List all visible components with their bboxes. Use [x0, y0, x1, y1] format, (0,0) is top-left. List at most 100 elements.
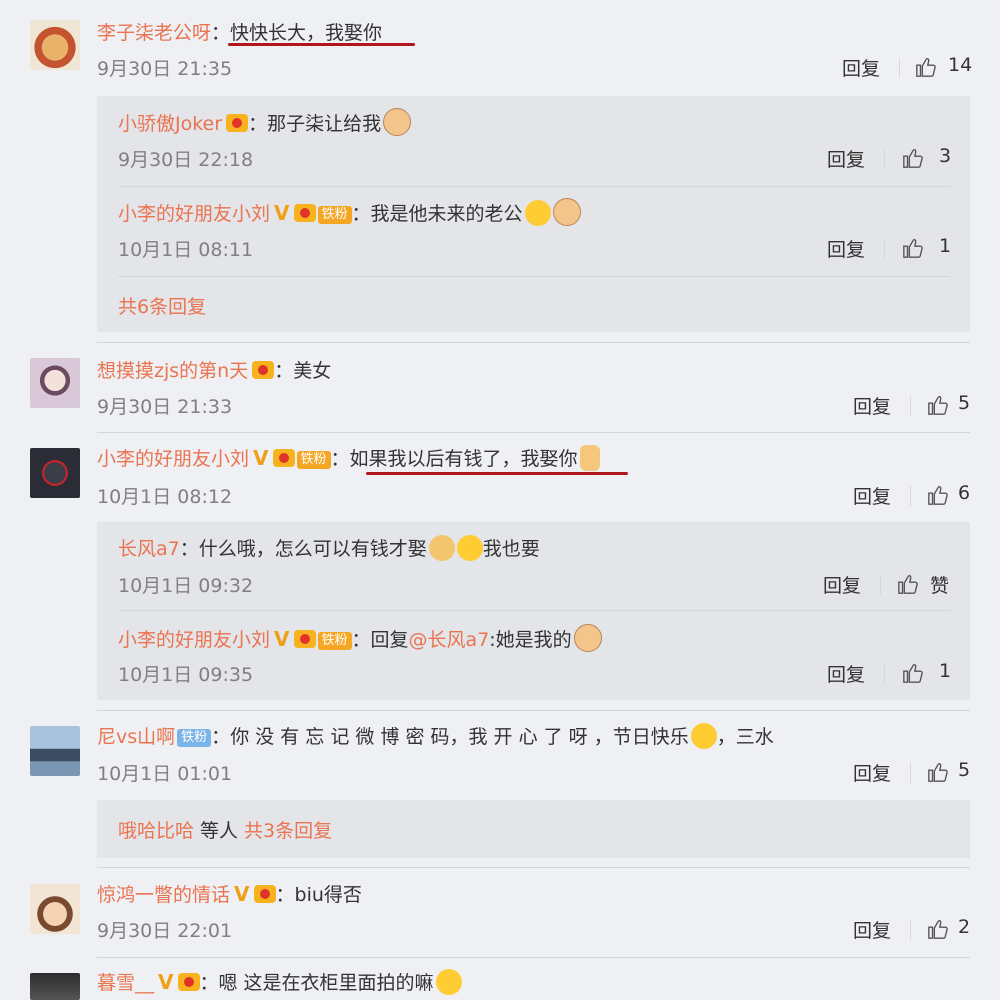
divider [97, 867, 970, 868]
thumbs-up-emoji-icon [579, 445, 600, 471]
comment-text: 快快长大，我娶你 [230, 22, 383, 44]
like-count: 5 [958, 392, 971, 414]
reply-button[interactable]: 回复 [827, 235, 865, 262]
divider [118, 186, 950, 187]
comment-text: biu得否 [294, 884, 362, 906]
reply-button[interactable]: 回复 [853, 482, 891, 509]
reply-prefix: 回复 [370, 629, 409, 651]
like-count: 赞 [930, 575, 950, 597]
reply-button[interactable]: 回复 [853, 392, 891, 419]
thumbs-up-icon[interactable] [902, 237, 924, 259]
like-count: 3 [939, 145, 952, 167]
thumbs-up-icon[interactable] [902, 147, 924, 169]
colon: ： [330, 448, 350, 470]
reply-text: :她是我的 [489, 629, 572, 651]
thumbs-up-icon[interactable] [897, 573, 919, 595]
timestamp: 10月1日 01:01 [97, 763, 233, 785]
crown-badge-icon [177, 973, 200, 991]
verified-v-icon: V [253, 446, 269, 470]
username[interactable]: 想摸摸zjs的第n天 [97, 360, 248, 382]
timestamp: 10月1日 08:12 [97, 486, 233, 508]
verified-v-icon: V [274, 627, 290, 651]
timestamp: 9月30日 22:18 [118, 149, 254, 171]
username[interactable]: 暮雪__ [97, 972, 154, 994]
laugh-cry-emoji-icon [524, 200, 551, 226]
like-count: 5 [958, 759, 971, 781]
fan-badge: 铁粉 [317, 206, 352, 224]
more-replies-link[interactable]: 共3条回复 [244, 820, 332, 842]
colon: ： [275, 884, 295, 906]
verified-v-icon: V [158, 970, 174, 994]
comment-text: 美女 [293, 360, 332, 382]
divider [118, 276, 950, 277]
thumbs-up-icon[interactable] [927, 484, 949, 506]
comment-line: 李子柒老公呀：快快长大，我娶你 [97, 18, 382, 45]
cover-face-emoji-icon [456, 535, 483, 561]
reply-text-after: 我也要 [482, 538, 540, 560]
thumbs-up-icon[interactable] [927, 761, 949, 783]
fan-badge: 铁粉 [317, 632, 352, 650]
username[interactable]: 小李的好朋友小刘 [118, 629, 270, 651]
username[interactable]: 尼vs山啊 [97, 726, 175, 748]
colon: ： [199, 972, 219, 994]
colon: ： [274, 360, 294, 382]
reply-line: 小李的好朋友小刘 V 铁粉 ：回复@长风a7:她是我的 [118, 624, 602, 652]
fan-badge: 铁粉 [177, 729, 212, 747]
doge-emoji-icon [428, 535, 455, 561]
comment-line: 小李的好朋友小刘 V 铁粉 ：如果我以后有钱了，我娶你 [97, 444, 600, 471]
more-replies-line[interactable]: 哦哈比哈 等人 共3条回复 [118, 816, 332, 843]
divider [97, 957, 970, 958]
divider [97, 710, 970, 711]
verified-v-icon: V [234, 882, 250, 906]
username[interactable]: 李子柒老公呀 [97, 22, 211, 44]
verified-v-icon: V [274, 201, 290, 225]
thumbs-up-icon[interactable] [927, 918, 949, 940]
highlight-underline [228, 43, 415, 46]
comment-line: 惊鸿一瞥的情话 V ：biu得否 [97, 880, 362, 907]
divider [97, 432, 970, 433]
crown-badge-icon [293, 630, 316, 648]
timestamp: 10月1日 09:35 [118, 664, 254, 686]
like-count: 1 [939, 235, 952, 257]
username[interactable]: 哦哈比哈 [118, 820, 194, 842]
divider [118, 610, 950, 611]
crown-badge-icon [272, 449, 295, 467]
like-count: 1 [939, 660, 952, 682]
divider [97, 342, 970, 343]
reply-button[interactable]: 回复 [823, 571, 861, 598]
reply-text: 我是他未来的老公 [370, 203, 523, 225]
avatar[interactable] [30, 20, 80, 70]
avatar[interactable] [30, 884, 80, 934]
reply-button[interactable]: 回复 [827, 145, 865, 172]
reply-button[interactable]: 回复 [853, 916, 891, 943]
avatar[interactable] [30, 448, 80, 498]
divider [910, 920, 911, 940]
like-count: 2 [958, 916, 971, 938]
avatar[interactable] [30, 973, 80, 1000]
thumbs-up-icon[interactable] [902, 662, 924, 684]
reply-button[interactable]: 回复 [842, 54, 880, 81]
username[interactable]: 小李的好朋友小刘 [118, 203, 270, 225]
thumbs-up-icon[interactable] [927, 394, 949, 416]
avatar[interactable] [30, 726, 80, 776]
crown-badge-icon [252, 361, 275, 379]
more-replies-link[interactable]: 共6条回复 [118, 292, 206, 319]
avatar[interactable] [30, 358, 80, 408]
mention-link[interactable]: @长风a7 [409, 629, 490, 651]
username[interactable]: 小李的好朋友小刘 [97, 448, 249, 470]
divider [884, 664, 885, 684]
reply-line: 长风a7：什么哦，怎么可以有钱才娶 我也要 [118, 534, 540, 561]
like-count: 14 [948, 54, 973, 76]
cat-emoji-icon [383, 108, 412, 136]
cat-emoji-icon [573, 624, 602, 652]
username[interactable]: 长风a7 [118, 538, 180, 560]
reply-button[interactable]: 回复 [853, 759, 891, 786]
thumbs-up-icon[interactable] [915, 56, 937, 78]
username[interactable]: 小骄傲Joker [118, 113, 222, 135]
highlight-underline [366, 472, 628, 475]
timestamp: 9月30日 22:01 [97, 920, 233, 942]
colon: ： [248, 113, 268, 135]
reply-text: 那子柒让给我 [267, 113, 382, 135]
username[interactable]: 惊鸿一瞥的情话 [97, 884, 230, 906]
reply-button[interactable]: 回复 [827, 660, 865, 687]
